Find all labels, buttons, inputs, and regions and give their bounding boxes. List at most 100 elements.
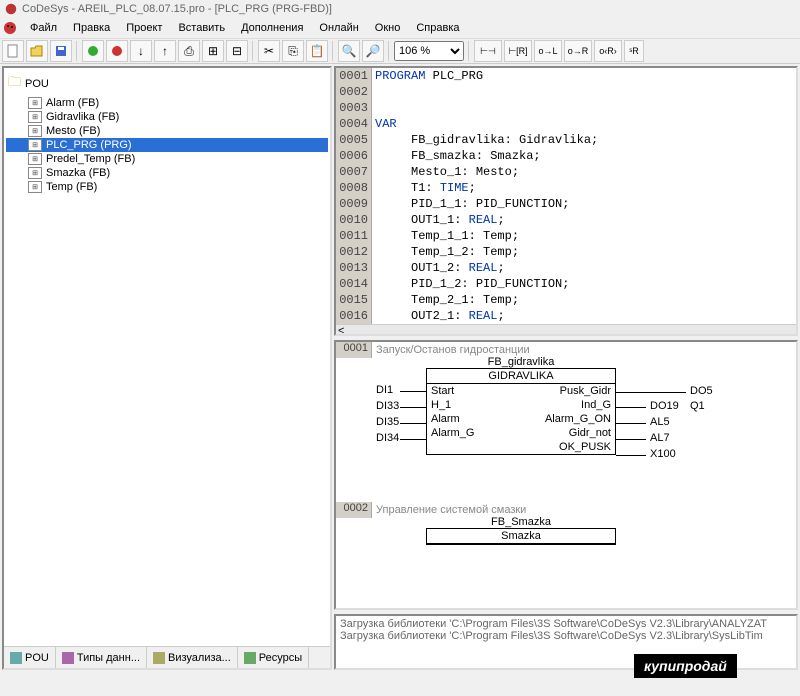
save-button[interactable]: [50, 40, 72, 62]
tab-visualizations[interactable]: Визуализа...: [147, 647, 238, 668]
line-number: 0002: [336, 84, 372, 100]
code-line[interactable]: 0004VAR: [336, 116, 796, 132]
tree-root[interactable]: 🗀 POU: [6, 72, 328, 96]
fbd-line-number: 0002: [336, 502, 372, 518]
project-tree-panel: 🗀 POU ⊞Alarm (FB)⊞Gidravlika (FB)⊞Mesto …: [2, 66, 332, 670]
fbd-tool-1[interactable]: ⊢⊣: [474, 40, 502, 62]
code-line[interactable]: 0011 Temp_1_1: Temp;: [336, 228, 796, 244]
fbd-tool-2[interactable]: ⊢[R]: [504, 40, 532, 62]
stop-button[interactable]: [106, 40, 128, 62]
copy-button[interactable]: ⎘: [282, 40, 304, 62]
tree-item[interactable]: ⊞PLC_PRG (PRG): [6, 138, 328, 152]
menu-online[interactable]: Онлайн: [311, 20, 366, 36]
pou-tree[interactable]: 🗀 POU ⊞Alarm (FB)⊞Gidravlika (FB)⊞Mesto …: [4, 68, 330, 646]
toolbar: ↓ ↑ ⎙ ⊞ ⊟ ✂ ⎘ 📋 🔍 🔎 106 % ⊢⊣ ⊢[R] o→L o→…: [0, 38, 800, 64]
tree-item[interactable]: ⊞Alarm (FB): [6, 96, 328, 110]
tab-resources[interactable]: Ресурсы: [238, 647, 309, 668]
fbd-tool-6[interactable]: ˢR: [624, 40, 644, 62]
folder-icon: 🗀: [8, 73, 21, 95]
fbd-line-number: 0001: [336, 342, 372, 358]
code-line[interactable]: 0015 Temp_2_1: Temp;: [336, 292, 796, 308]
find-button[interactable]: 🔍: [338, 40, 360, 62]
line-number: 0006: [336, 148, 372, 164]
fbd-tool-3[interactable]: o→L: [534, 40, 562, 62]
declaration-pane[interactable]: 0001PROGRAM PLC_PRG000200030004VAR0005 F…: [334, 66, 798, 336]
fbd-tool-4[interactable]: o→R: [564, 40, 592, 62]
tab-datatypes[interactable]: Типы данн...: [56, 647, 147, 668]
code-line[interactable]: 0006 FB_smazka: Smazka;: [336, 148, 796, 164]
instance-name: FB_Smazka: [426, 516, 616, 528]
fb-icon: ⊞: [28, 181, 42, 193]
code-line[interactable]: 0013 OUT1_2: REAL;: [336, 260, 796, 276]
tool-c-button[interactable]: ⊟: [226, 40, 248, 62]
open-button[interactable]: [26, 40, 48, 62]
tree-item[interactable]: ⊞ Temp (FB): [6, 180, 328, 194]
fb-icon: ⊞: [28, 111, 42, 123]
tree-item[interactable]: ⊞ Predel_Temp (FB): [6, 152, 328, 166]
fbd-pane[interactable]: 0001 Запуск/Останов гидростанции FB_gidr…: [334, 340, 798, 610]
fbd-network-1: Запуск/Останов гидростанции FB_gidravlik…: [376, 344, 776, 468]
paste-button[interactable]: 📋: [306, 40, 328, 62]
find-next-button[interactable]: 🔎: [362, 40, 384, 62]
run-button[interactable]: [82, 40, 104, 62]
step-button[interactable]: ↓: [130, 40, 152, 62]
code-line[interactable]: 0003: [336, 100, 796, 116]
line-number: 0007: [336, 164, 372, 180]
new-button[interactable]: [2, 40, 24, 62]
code-line[interactable]: 0001PROGRAM PLC_PRG: [336, 68, 796, 84]
line-number: 0001: [336, 68, 372, 84]
code-line[interactable]: 0005 FB_gidravlika: Gidravlika;: [336, 132, 796, 148]
menu-project[interactable]: Проект: [118, 20, 170, 36]
step2-button[interactable]: ↑: [154, 40, 176, 62]
fb-icon: ⊞: [28, 153, 42, 165]
line-number: 0012: [336, 244, 372, 260]
tree-root-label: POU: [25, 78, 49, 90]
tree-item[interactable]: ⊞Gidravlika (FB): [6, 110, 328, 124]
zoom-select[interactable]: 106 %: [394, 41, 464, 61]
instance-name: FB_gidravlika: [426, 356, 616, 368]
fb-block[interactable]: Smazka: [426, 528, 616, 545]
fb-icon: ⊞: [28, 97, 42, 109]
code-scrollbar[interactable]: <: [336, 324, 796, 336]
menu-edit[interactable]: Правка: [65, 20, 118, 36]
tree-item-label: Predel_Temp (FB): [46, 153, 135, 165]
tool-b-button[interactable]: ⊞: [202, 40, 224, 62]
line-number: 0003: [336, 100, 372, 116]
tab-pou[interactable]: POU: [4, 647, 56, 668]
code-line[interactable]: 0002: [336, 84, 796, 100]
code-line[interactable]: 0010 OUT1_1: REAL;: [336, 212, 796, 228]
code-line[interactable]: 0014 PID_1_2: PID_FUNCTION;: [336, 276, 796, 292]
code-line[interactable]: 0007 Mesto_1: Mesto;: [336, 164, 796, 180]
menu-extras[interactable]: Дополнения: [233, 20, 311, 36]
fb-type: Smazka: [427, 529, 615, 544]
tree-item[interactable]: ⊞Mesto (FB): [6, 124, 328, 138]
menu-insert[interactable]: Вставить: [170, 20, 233, 36]
network-title: Запуск/Останов гидростанции: [376, 344, 776, 356]
menu-window[interactable]: Окно: [367, 20, 409, 36]
tree-item-label: Mesto (FB): [46, 125, 100, 137]
tree-item-label: Smazka (FB): [46, 167, 110, 179]
network-title: Управление системой смазки: [376, 504, 616, 516]
code-line[interactable]: 0009 PID_1_1: PID_FUNCTION;: [336, 196, 796, 212]
line-number: 0015: [336, 292, 372, 308]
title-bar: CoDeSys - AREIL_PLC_08.07.15.pro - [PLC_…: [0, 0, 800, 18]
menu-bar: Файл Правка Проект Вставить Дополнения О…: [0, 18, 800, 38]
fb-block[interactable]: GIDRAVLIKA StartPusk_Gidr H_1Ind_G Alarm…: [426, 368, 616, 455]
code-line[interactable]: 0012 Temp_1_2: Temp;: [336, 244, 796, 260]
line-number: 0009: [336, 196, 372, 212]
tree-item-label: PLC_PRG (PRG): [46, 139, 132, 151]
fbd-network-2: Управление системой смазки FB_Smazka Sma…: [376, 504, 616, 545]
tree-item[interactable]: ⊞Smazka (FB): [6, 166, 328, 180]
cut-button[interactable]: ✂: [258, 40, 280, 62]
log-line: Загрузка библиотеки 'C:\Program Files\3S…: [340, 618, 792, 630]
project-tabs: POU Типы данн... Визуализа... Ресурсы: [4, 646, 330, 668]
line-number: 0014: [336, 276, 372, 292]
fbd-tool-5[interactable]: o‹R›: [594, 40, 622, 62]
code-line[interactable]: 0008 T1: TIME;: [336, 180, 796, 196]
code-line[interactable]: 0016 OUT2_1: REAL;: [336, 308, 796, 324]
app-icon: [4, 2, 18, 16]
menu-file[interactable]: Файл: [22, 20, 65, 36]
tool-a-button[interactable]: ⎙: [178, 40, 200, 62]
tree-item-label: Temp (FB): [46, 181, 97, 193]
menu-help[interactable]: Справка: [408, 20, 467, 36]
